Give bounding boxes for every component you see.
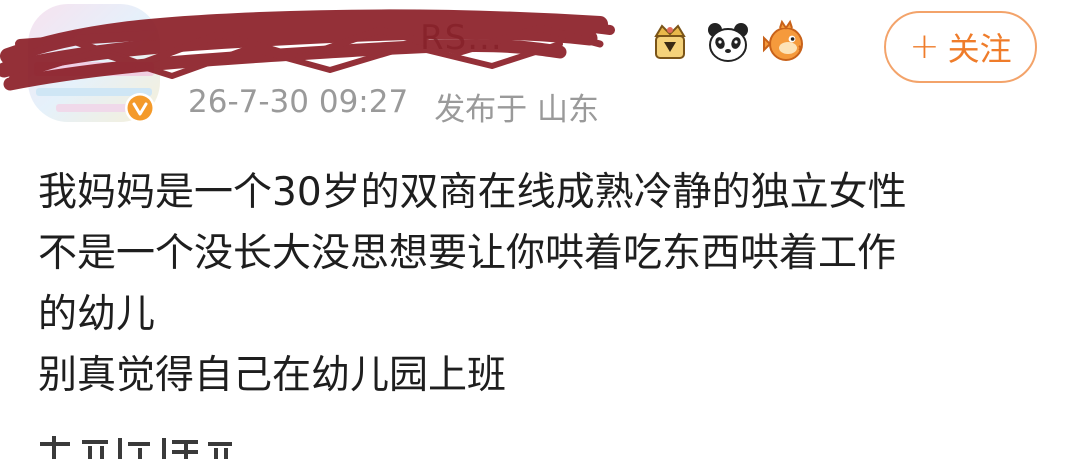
plus-icon: + <box>909 26 940 67</box>
crown-badge-icon[interactable] <box>646 18 694 66</box>
post-content: 我妈妈是一个30岁的双商在线成熟冷静的独立女性 不是一个没长大没思想要让你哄着吃… <box>38 162 1058 406</box>
content-line: 的幼儿 <box>38 292 156 337</box>
weibo-post: RS... + 关注 26-7-30 09:27 发布于 山东 我妈妈是一个30… <box>0 0 1079 459</box>
post-meta: 26-7-30 09:27 发布于 山东 <box>188 84 599 129</box>
panda-icon[interactable] <box>704 18 752 66</box>
post-timestamp: 26-7-30 09:27 <box>188 84 409 120</box>
pufferfish-icon[interactable] <box>762 18 810 66</box>
follow-label: 关注 <box>947 30 1012 68</box>
content-line: 不是一个没长大没思想要让你哄着吃东西哄着工作 <box>38 231 897 276</box>
verified-icon <box>124 92 156 124</box>
follow-button[interactable]: + 关注 <box>884 11 1037 83</box>
content-line: 我妈妈是一个30岁的双商在线成熟冷静的独立女性 <box>38 170 907 215</box>
post-location: 发布于 山东 <box>434 92 600 128</box>
user-badges <box>646 18 810 66</box>
truncated-glyphs <box>40 436 232 459</box>
truncated-next-line <box>38 432 238 459</box>
content-line: 别真觉得自己在幼儿园上班 <box>38 353 507 398</box>
